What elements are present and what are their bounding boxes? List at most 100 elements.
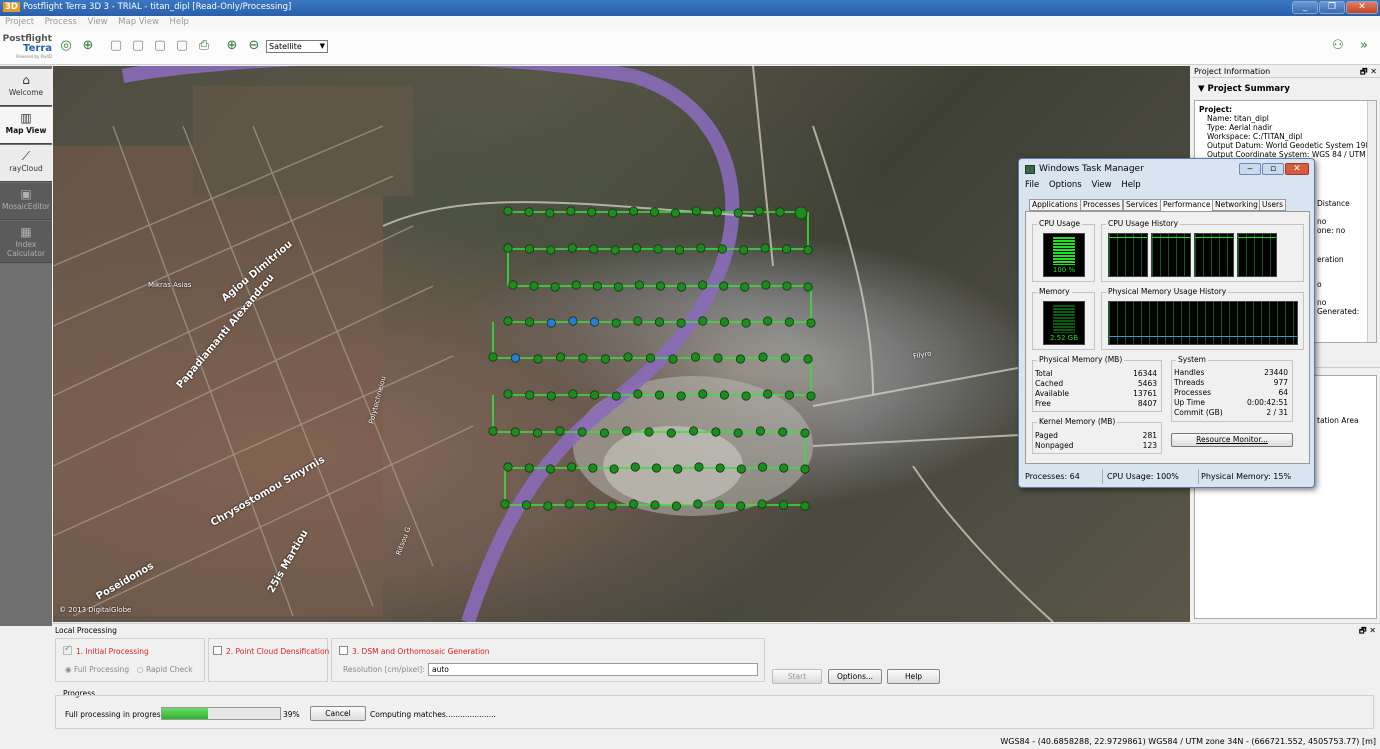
image-position-marker[interactable] bbox=[741, 391, 751, 401]
image-position-marker[interactable] bbox=[698, 389, 708, 399]
image-position-marker[interactable] bbox=[719, 390, 730, 400]
image-position-marker[interactable] bbox=[740, 282, 750, 292]
image-position-marker[interactable] bbox=[578, 353, 588, 363]
minimize-button[interactable]: _ bbox=[1292, 1, 1318, 14]
nav-index-calculator[interactable]: ▦ Index Calculator bbox=[0, 221, 52, 263]
image-position-marker[interactable] bbox=[550, 282, 560, 292]
image-position-marker[interactable] bbox=[500, 499, 510, 509]
tab-performance[interactable]: Performance bbox=[1160, 199, 1214, 211]
taskmgr-maximize-button[interactable]: ▫ bbox=[1262, 163, 1284, 175]
image-position-marker[interactable] bbox=[567, 243, 577, 253]
menu-help[interactable]: Help bbox=[170, 16, 189, 29]
image-position-marker[interactable] bbox=[586, 500, 596, 510]
image-position-marker[interactable] bbox=[736, 501, 746, 511]
image-position-marker[interactable] bbox=[524, 463, 534, 473]
image-position-marker[interactable] bbox=[521, 500, 532, 510]
image-position-marker[interactable] bbox=[694, 462, 704, 472]
image-position-marker[interactable] bbox=[803, 354, 813, 364]
image-position-marker[interactable] bbox=[524, 207, 534, 217]
taskmgr-menu-file[interactable]: File bbox=[1025, 180, 1039, 190]
menu-project[interactable]: Project bbox=[5, 16, 34, 29]
options-button[interactable]: Options... bbox=[828, 669, 882, 684]
nav-mosaic-editor[interactable]: ▣ MosaicEditor bbox=[0, 183, 52, 220]
image-position-marker[interactable] bbox=[610, 245, 620, 255]
image-position-marker[interactable] bbox=[779, 463, 789, 473]
tab-users[interactable]: Users bbox=[1259, 199, 1287, 211]
zoom-out-icon[interactable]: ⊖ bbox=[246, 38, 262, 54]
tab-networking[interactable]: Networking bbox=[1212, 199, 1261, 211]
image-position-marker[interactable] bbox=[628, 499, 639, 509]
image-position-marker[interactable] bbox=[555, 352, 566, 362]
menu-map-view[interactable]: Map View bbox=[118, 16, 159, 29]
image-position-marker[interactable] bbox=[676, 282, 687, 292]
image-position-marker[interactable] bbox=[571, 280, 581, 290]
image-position-marker[interactable] bbox=[609, 464, 619, 474]
image-position-marker[interactable] bbox=[633, 389, 643, 399]
image-position-marker[interactable] bbox=[622, 426, 632, 436]
info-scrollbar[interactable] bbox=[1367, 101, 1376, 342]
image-position-marker[interactable] bbox=[690, 352, 701, 362]
basemap-select[interactable]: Satellite ▼ bbox=[266, 40, 328, 53]
image-position-marker[interactable] bbox=[589, 317, 600, 327]
image-position-marker[interactable] bbox=[645, 353, 656, 363]
image-position-marker[interactable] bbox=[739, 245, 749, 255]
image-position-marker[interactable] bbox=[503, 316, 513, 326]
image-position-marker[interactable] bbox=[654, 390, 665, 400]
image-position-marker[interactable] bbox=[650, 500, 660, 510]
image-position-marker[interactable] bbox=[733, 208, 743, 218]
image-position-marker[interactable] bbox=[589, 244, 599, 254]
image-position-marker[interactable] bbox=[782, 281, 792, 291]
image-position-marker[interactable] bbox=[760, 243, 770, 253]
image-position-marker[interactable] bbox=[763, 389, 773, 399]
image-position-marker[interactable] bbox=[673, 464, 683, 474]
image-position-marker[interactable] bbox=[600, 354, 611, 364]
image-position-marker[interactable] bbox=[778, 427, 788, 437]
tab-processes[interactable]: Processes bbox=[1080, 199, 1123, 211]
image-position-marker[interactable] bbox=[757, 499, 767, 509]
image-position-marker[interactable] bbox=[757, 462, 768, 472]
close-button[interactable]: ✕ bbox=[1346, 1, 1378, 14]
image-position-marker[interactable] bbox=[529, 281, 539, 291]
image-position-marker[interactable] bbox=[698, 316, 708, 326]
image-position-marker[interactable] bbox=[698, 280, 708, 290]
print-icon[interactable]: ⎙ bbox=[196, 38, 212, 54]
image-position-marker[interactable] bbox=[758, 352, 768, 362]
image-position-marker[interactable] bbox=[803, 282, 813, 292]
image-position-marker[interactable] bbox=[696, 243, 706, 253]
image-position-marker[interactable] bbox=[587, 207, 597, 217]
image-position-marker[interactable] bbox=[713, 353, 723, 363]
crosshair-icon[interactable]: ⊕ bbox=[80, 38, 96, 54]
image-position-marker[interactable] bbox=[611, 391, 621, 401]
expand-panel-icon[interactable]: » bbox=[1356, 38, 1372, 54]
step1-checkbox[interactable]: ✓ bbox=[63, 644, 72, 655]
image-position-marker[interactable] bbox=[630, 462, 640, 472]
image-position-marker[interactable] bbox=[577, 427, 587, 437]
nav-raycloud[interactable]: ⟋ rayCloud bbox=[0, 145, 52, 182]
taskmgr-menu-view[interactable]: View bbox=[1091, 180, 1111, 190]
image-position-marker[interactable] bbox=[741, 318, 751, 328]
nav-welcome[interactable]: ⌂ Welcome bbox=[0, 69, 52, 106]
image-position-marker[interactable] bbox=[688, 426, 699, 436]
image-position-marker[interactable] bbox=[566, 206, 576, 216]
image-position-marker[interactable] bbox=[655, 281, 666, 291]
image-position-marker[interactable] bbox=[676, 318, 686, 328]
task-manager-titlebar[interactable]: Windows Task Manager ‒ ▫ ✕ bbox=[1023, 161, 1310, 178]
image-position-marker[interactable] bbox=[806, 318, 816, 328]
image-position-marker[interactable] bbox=[800, 428, 810, 438]
image-position-marker[interactable] bbox=[488, 426, 498, 436]
image-position-marker[interactable] bbox=[546, 245, 556, 255]
user-icon[interactable]: ⚇ bbox=[1330, 38, 1346, 54]
tab-applications[interactable]: Applications bbox=[1029, 199, 1081, 211]
image-position-marker[interactable] bbox=[780, 353, 791, 363]
image-position-marker[interactable] bbox=[634, 280, 645, 290]
image-position-marker[interactable] bbox=[503, 462, 513, 472]
image-position-marker[interactable] bbox=[653, 244, 663, 254]
maximize-button[interactable]: ❐ bbox=[1319, 1, 1345, 14]
image-position-marker[interactable] bbox=[568, 316, 578, 326]
image-position-marker[interactable] bbox=[763, 316, 773, 326]
task-manager-window[interactable]: Windows Task Manager ‒ ▫ ✕ File Options … bbox=[1018, 158, 1315, 488]
menu-process[interactable]: Process bbox=[45, 16, 77, 29]
image-position-marker[interactable] bbox=[628, 206, 639, 216]
start-button[interactable]: Start bbox=[772, 669, 822, 684]
image-position-marker[interactable] bbox=[754, 206, 764, 216]
